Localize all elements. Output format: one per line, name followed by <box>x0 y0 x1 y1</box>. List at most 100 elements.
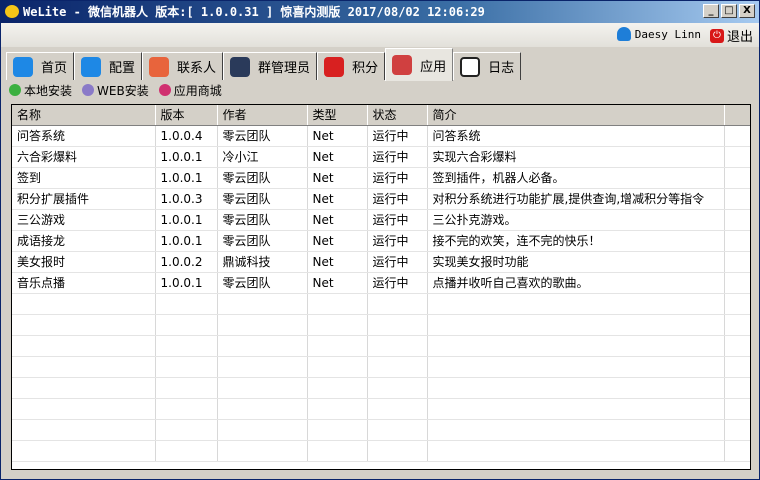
tab-6[interactable]: 日志 <box>453 52 522 80</box>
table-cell <box>427 440 725 462</box>
table-cell: 签到 <box>12 167 156 189</box>
table-cell <box>724 146 750 168</box>
table-cell: 点播并收听自己喜欢的歌曲。 <box>427 272 725 294</box>
close-button[interactable]: X <box>739 4 755 18</box>
toolbar-icon <box>9 84 21 96</box>
table-cell: 签到插件，机器人必备。 <box>427 167 725 189</box>
column-header[interactable]: 状态 <box>367 105 428 126</box>
column-header[interactable]: 版本 <box>155 105 218 126</box>
table-cell <box>217 398 308 420</box>
table-cell <box>724 230 750 252</box>
table-cell: 实现六合彩爆料 <box>427 146 725 168</box>
table-cell: 对积分系统进行功能扩展,提供查询,增减积分等指令 <box>427 188 725 210</box>
toolbar-button-1[interactable]: WEB安装 <box>82 82 149 99</box>
user-bar: Daesy Linn ⏻ 退出 <box>1 23 759 47</box>
toolbar-button-2[interactable]: 应用商城 <box>158 82 222 99</box>
table-cell: Net <box>307 125 368 147</box>
table-cell <box>307 314 368 336</box>
table-cell <box>217 356 308 378</box>
tab-icon <box>460 56 481 77</box>
column-header[interactable]: 名称 <box>12 105 156 126</box>
tab-1[interactable]: 配置 <box>74 52 143 80</box>
table-cell: 运行中 <box>367 125 428 147</box>
tab-icon <box>149 56 170 77</box>
table-cell <box>12 377 156 399</box>
table-cell <box>217 314 308 336</box>
tab-label: 群管理员 <box>258 61 311 76</box>
table-row[interactable]: 音乐点播 1.0.0.1 零云团队 Net 运行中 点播并收听自己喜欢的歌曲。 <box>12 272 750 294</box>
table-cell <box>307 377 368 399</box>
title-bar: WeLite - 微信机器人 版本:[ 1.0.0.31 ] 惊喜内测版 201… <box>1 1 759 23</box>
minimize-button[interactable]: _ <box>703 4 719 18</box>
table-cell <box>217 440 308 462</box>
tab-icon <box>81 56 102 77</box>
column-header[interactable]: 简介 <box>427 105 725 126</box>
table-cell: 运行中 <box>367 188 428 210</box>
table-cell <box>724 125 750 147</box>
table-cell <box>307 335 368 357</box>
table-row[interactable]: 成语接龙 1.0.0.1 零云团队 Net 运行中 接不完的欢笑，连不完的快乐！ <box>12 230 750 252</box>
tab-icon <box>392 55 413 75</box>
table-cell: 运行中 <box>367 146 428 168</box>
table-row[interactable]: 美女报时 1.0.0.2 鼎诚科技 Net 运行中 实现美女报时功能 <box>12 251 750 273</box>
table-cell: 1.0.0.1 <box>155 167 218 189</box>
table-row[interactable]: 积分扩展插件 1.0.0.3 零云团队 Net 运行中 对积分系统进行功能扩展,提供查询,… <box>12 188 750 210</box>
table-cell <box>307 293 368 315</box>
tab-5[interactable]: 应用 <box>385 48 454 81</box>
table-cell: 问答系统 <box>12 125 156 147</box>
table-cell: 1.0.0.1 <box>155 209 218 231</box>
column-header[interactable]: 类型 <box>307 105 368 126</box>
table-cell <box>307 398 368 420</box>
power-icon: ⏻ <box>709 28 724 43</box>
empty-row <box>12 335 750 357</box>
table-cell: 实现美女报时功能 <box>427 251 725 273</box>
table-cell <box>427 314 725 336</box>
table-cell <box>155 377 218 399</box>
toolbar-icon <box>82 84 95 96</box>
tab-0[interactable]: 首页 <box>6 52 75 80</box>
column-header[interactable] <box>724 105 750 126</box>
table-row[interactable]: 六合彩爆料 1.0.0.1 冷小江 Net 运行中 实现六合彩爆料 <box>12 146 750 168</box>
table-cell: Net <box>307 209 368 231</box>
user-info[interactable]: Daesy Linn <box>616 27 701 41</box>
table-cell <box>427 356 725 378</box>
table-cell <box>427 335 725 357</box>
table-row[interactable]: 三公游戏 1.0.0.1 零云团队 Net 运行中 三公扑克游戏。 <box>12 209 750 231</box>
table-cell: Net <box>307 251 368 273</box>
table-cell: 1.0.0.4 <box>155 125 218 147</box>
tab-2[interactable]: 联系人 <box>142 52 224 80</box>
empty-row <box>12 398 750 420</box>
table-cell <box>12 356 156 378</box>
column-header[interactable]: 作者 <box>217 105 308 126</box>
table-cell <box>367 398 428 420</box>
table-cell <box>427 419 725 441</box>
tab-4[interactable]: 积分 <box>317 52 386 80</box>
user-name: Daesy Linn <box>634 27 701 41</box>
table-cell: 1.0.0.1 <box>155 146 218 168</box>
table-cell <box>427 398 725 420</box>
empty-row <box>12 419 750 441</box>
toolbar-icon <box>158 84 171 96</box>
table-cell: 1.0.0.1 <box>155 272 218 294</box>
table-cell <box>155 314 218 336</box>
table-cell <box>12 440 156 462</box>
logout-label: 退出 <box>726 30 753 45</box>
empty-row <box>12 356 750 378</box>
table-cell: 零云团队 <box>217 167 308 189</box>
tab-3[interactable]: 群管理员 <box>223 52 318 80</box>
table-cell <box>367 314 428 336</box>
table-cell: 运行中 <box>367 167 428 189</box>
tab-label: 应用 <box>420 59 447 75</box>
table-row[interactable]: 签到 1.0.0.1 零云团队 Net 运行中 签到插件，机器人必备。 <box>12 167 750 189</box>
toolbar-button-0[interactable]: 本地安装 <box>9 82 72 99</box>
toolbar-label: WEB安装 <box>97 83 149 98</box>
app-logo-icon <box>5 5 19 18</box>
empty-row <box>12 314 750 336</box>
table-cell <box>12 314 156 336</box>
logout-button[interactable]: ⏻ 退出 <box>709 26 753 45</box>
table-cell: 冷小江 <box>217 146 308 168</box>
table-row[interactable]: 问答系统 1.0.0.4 零云团队 Net 运行中 问答系统 <box>12 125 750 147</box>
maximize-button[interactable]: □ <box>721 4 737 18</box>
tab-label: 积分 <box>352 61 379 76</box>
table-cell: 接不完的欢笑，连不完的快乐！ <box>427 230 725 252</box>
